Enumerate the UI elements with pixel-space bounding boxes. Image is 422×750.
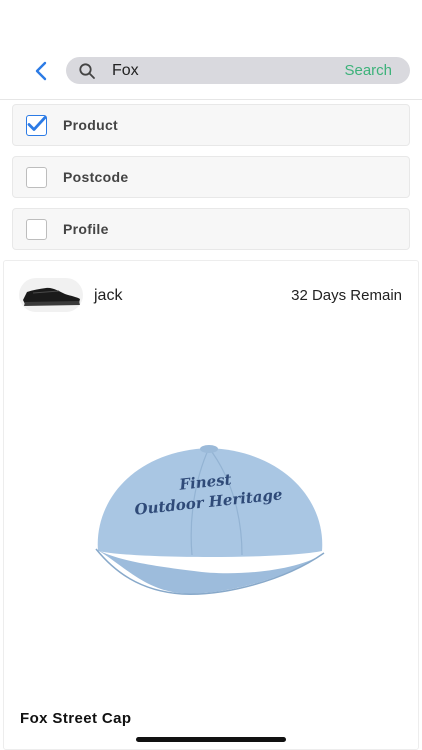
checkbox-product[interactable] xyxy=(26,115,47,136)
shoe-image xyxy=(23,287,80,306)
back-button[interactable] xyxy=(28,58,54,84)
time-remaining: 32 Days Remain xyxy=(291,287,402,304)
listing-card[interactable]: jack 32 Days Remain Finest Outdoor Herit… xyxy=(3,260,419,750)
filter-label-product: Product xyxy=(63,117,118,133)
search-bar[interactable]: Fox Search xyxy=(66,57,410,84)
checkbox-profile[interactable] xyxy=(26,219,47,240)
product-image[interactable]: Finest Outdoor Heritage xyxy=(84,431,334,606)
filter-postcode[interactable]: Postcode xyxy=(12,156,410,198)
filter-label-profile: Profile xyxy=(63,221,109,237)
home-indicator xyxy=(136,737,286,742)
filter-label-postcode: Postcode xyxy=(63,169,129,185)
search-input[interactable]: Fox xyxy=(112,61,139,81)
top-bar: Fox Search xyxy=(0,0,422,100)
chevron-left-icon xyxy=(35,61,47,81)
checkmark-icon xyxy=(27,116,47,131)
filter-profile[interactable]: Profile xyxy=(12,208,410,250)
seller-username[interactable]: jack xyxy=(94,287,122,305)
search-button[interactable]: Search xyxy=(344,61,392,81)
search-icon xyxy=(79,63,95,79)
filter-product[interactable]: Product xyxy=(12,104,410,146)
avatar[interactable] xyxy=(19,278,83,312)
checkbox-postcode[interactable] xyxy=(26,167,47,188)
product-title[interactable]: Fox Street Cap xyxy=(20,710,131,728)
